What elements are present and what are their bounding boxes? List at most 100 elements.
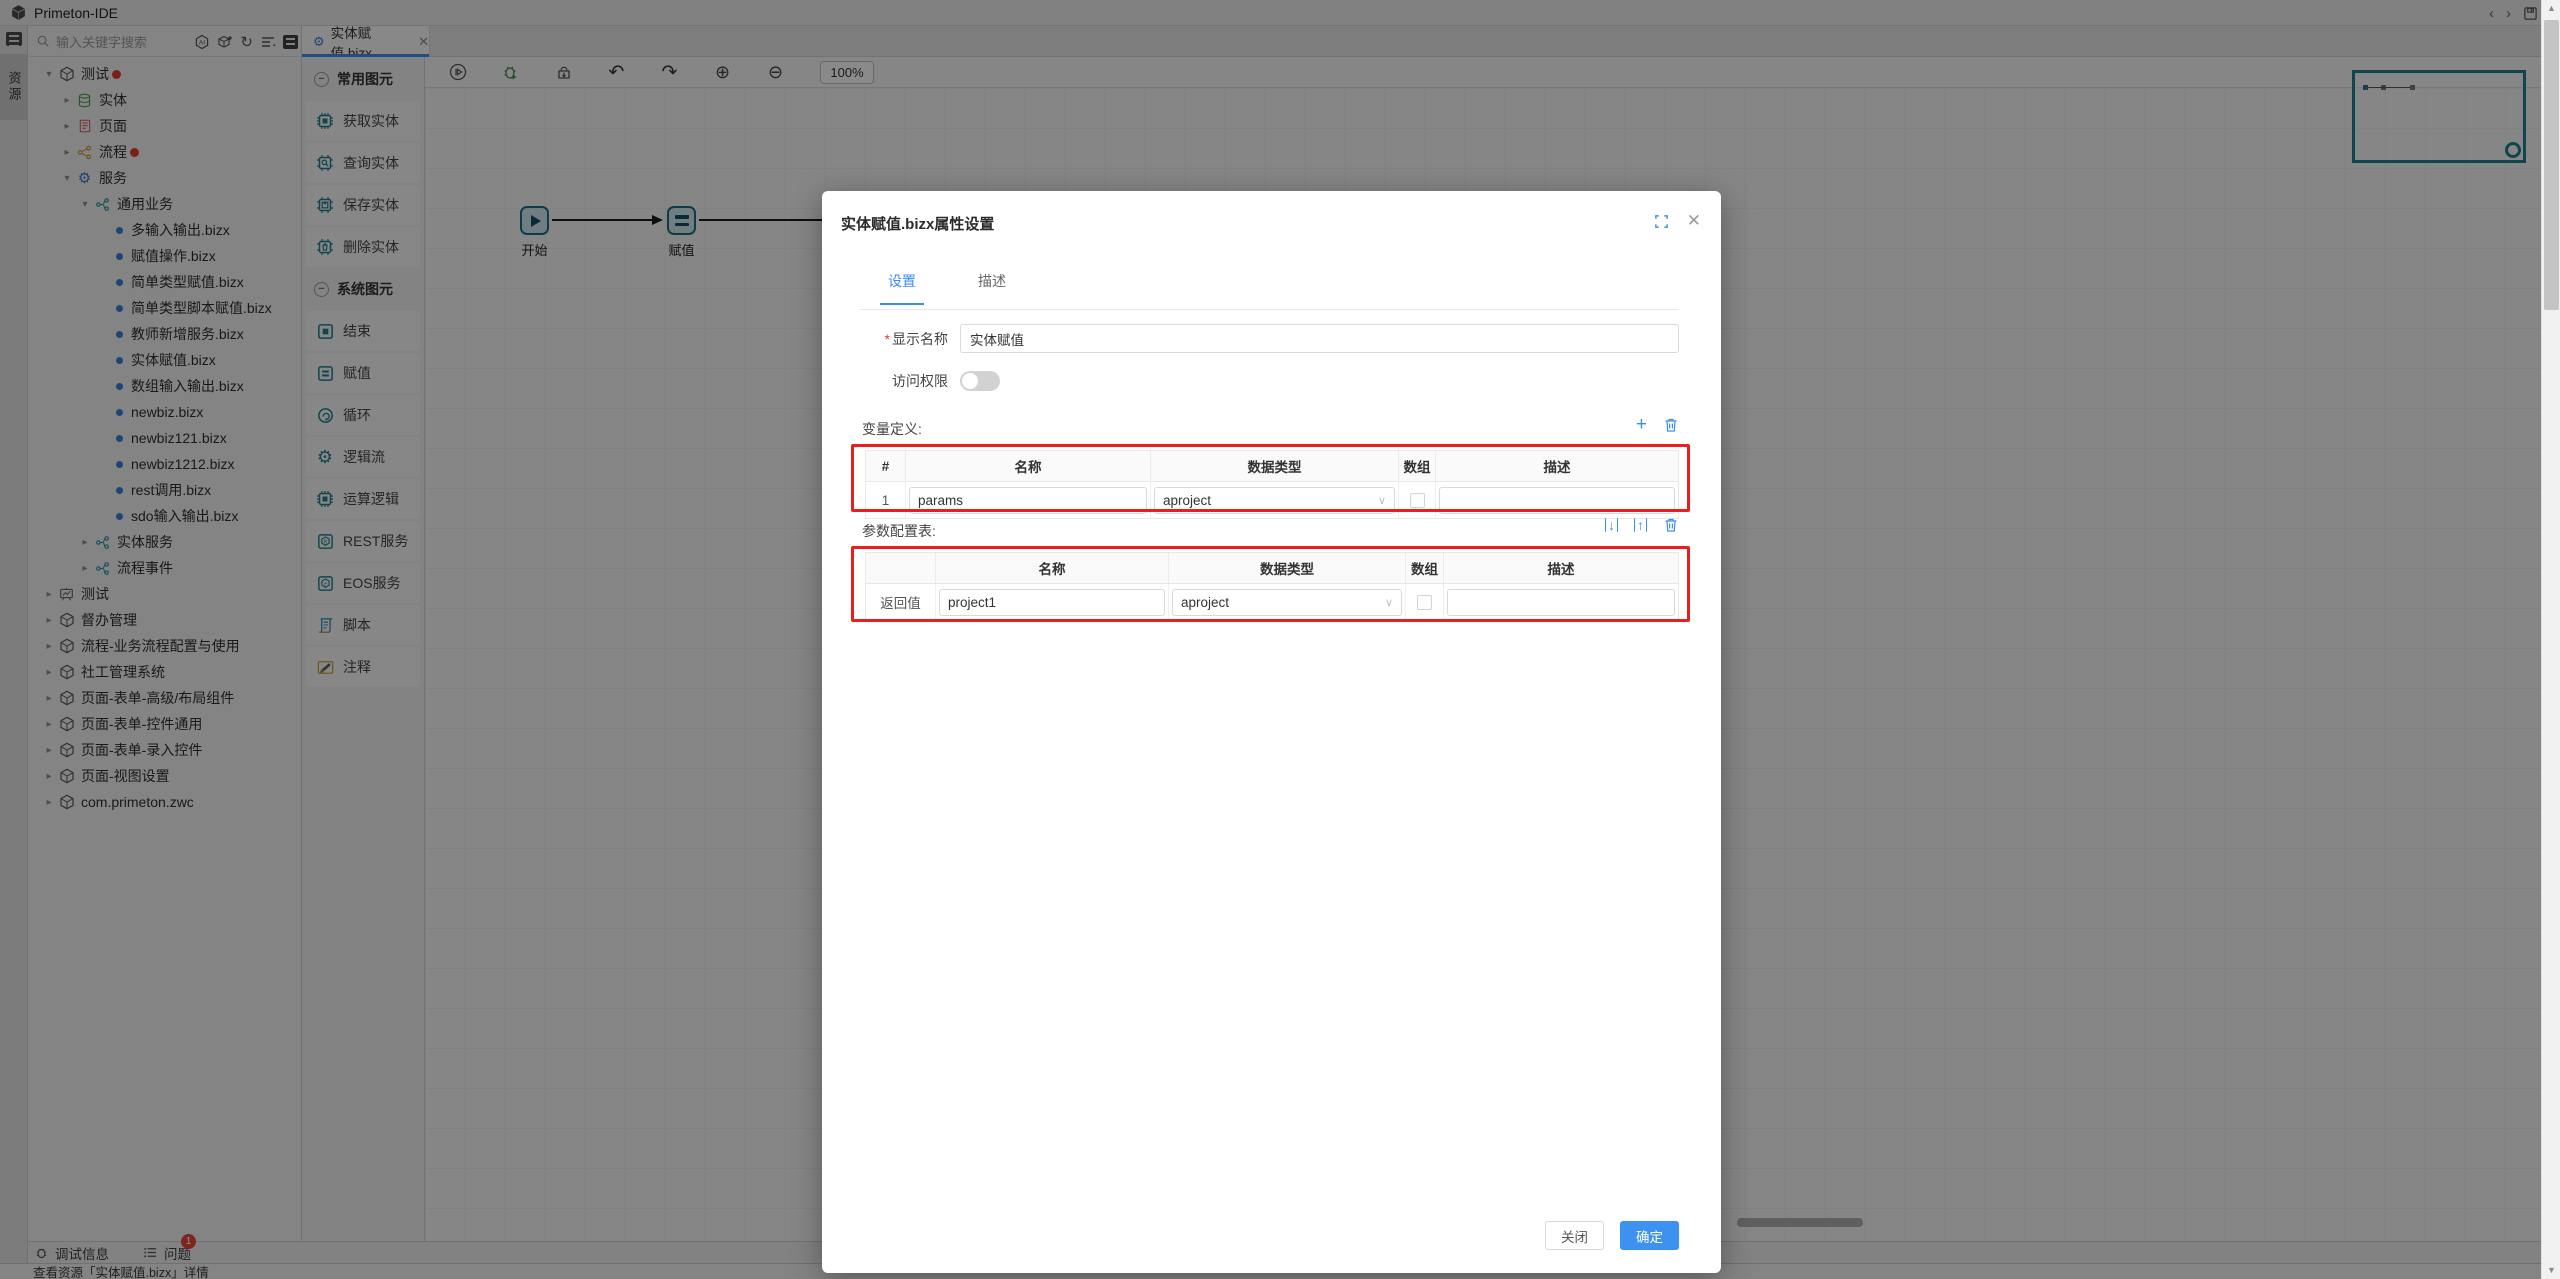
back-icon[interactable]: ‹: [2489, 6, 2494, 21]
tree-item[interactable]: ▸页面-表单-控件通用: [28, 711, 302, 737]
close-icon[interactable]: ✕: [1687, 211, 1701, 231]
palette-item[interactable]: 赋值: [306, 353, 420, 393]
expand-arrow-icon[interactable]: ▸: [42, 797, 56, 808]
tree-item[interactable]: 赋值操作.bizx: [28, 243, 302, 269]
datatype-select[interactable]: aproject∨: [1172, 589, 1402, 616]
tab-settings[interactable]: 设置: [888, 271, 916, 305]
expand-arrow-icon[interactable]: ▾: [78, 199, 92, 210]
tree-item[interactable]: ▸流程事件: [28, 555, 302, 581]
tree-item[interactable]: ▸流程-业务流程配置与使用: [28, 633, 302, 659]
tree-item[interactable]: 实体赋值.bizx: [28, 347, 302, 373]
expand-arrow-icon[interactable]: ▾: [60, 173, 74, 184]
tree-item[interactable]: 教师新增服务.bizx: [28, 321, 302, 347]
delete-icon[interactable]: [1663, 517, 1679, 533]
zoom-out-icon[interactable]: ⊖: [767, 63, 784, 81]
redo-icon[interactable]: ↷: [661, 63, 678, 82]
canvas-hscrollbar[interactable]: [1737, 1218, 1863, 1227]
access-toggle[interactable]: [960, 371, 1000, 391]
palette-item[interactable]: 保存实体: [306, 185, 420, 225]
tree-item[interactable]: 简单类型脚本赋值.bizx: [28, 295, 302, 321]
tab-close-icon[interactable]: ✕: [418, 34, 429, 50]
tree-item[interactable]: ▸com.primeton.zwc: [28, 789, 302, 815]
flow-node-start[interactable]: 开始: [520, 206, 549, 235]
undo-icon[interactable]: ↶: [608, 63, 625, 82]
datatype-select[interactable]: aproject∨: [1154, 487, 1395, 514]
palette-item[interactable]: 运算逻辑: [306, 479, 420, 519]
page-vscrollbar[interactable]: ▲ ▼: [2541, 0, 2560, 1279]
tree-item[interactable]: ▸页面: [28, 113, 302, 139]
tree-item[interactable]: sdo输入输出.bizx: [28, 503, 302, 529]
tree-item[interactable]: ▸实体服务: [28, 529, 302, 555]
palette-item[interactable]: 查询实体: [306, 143, 420, 183]
palette-item[interactable]: RREST服务: [306, 521, 420, 561]
ai-icon[interactable]: AI: [194, 34, 210, 50]
tree-item[interactable]: ▸页面-视图设置: [28, 763, 302, 789]
ok-button[interactable]: 确定: [1620, 1221, 1679, 1250]
expand-arrow-icon[interactable]: ▸: [60, 121, 74, 132]
fullscreen-icon[interactable]: [1654, 214, 1669, 229]
description-input[interactable]: [1447, 589, 1675, 616]
deploy-icon[interactable]: [555, 63, 572, 81]
tab-debug-info[interactable]: 调试信息: [34, 1243, 109, 1263]
new-module-icon[interactable]: [217, 34, 233, 50]
expand-arrow-icon[interactable]: ▸: [42, 745, 56, 756]
expand-arrow-icon[interactable]: ▸: [60, 147, 74, 158]
expand-arrow-icon[interactable]: ▸: [42, 719, 56, 730]
palette-item[interactable]: 结束: [306, 311, 420, 351]
description-input[interactable]: [1439, 487, 1675, 514]
tab-description[interactable]: 描述: [978, 271, 1006, 305]
tree-item[interactable]: 多输入输出.bizx: [28, 217, 302, 243]
expand-arrow-icon[interactable]: ▸: [42, 667, 56, 678]
collapse-section-icon[interactable]: −: [314, 282, 329, 297]
delete-icon[interactable]: [1663, 417, 1679, 433]
minimap[interactable]: [2352, 70, 2526, 163]
expand-arrow-icon[interactable]: ▸: [42, 641, 56, 652]
run-icon[interactable]: [449, 63, 466, 81]
array-checkbox[interactable]: [1410, 493, 1425, 508]
name-input[interactable]: [939, 589, 1165, 616]
expand-arrow-icon[interactable]: ▸: [78, 563, 92, 574]
close-button[interactable]: 关闭: [1545, 1221, 1604, 1250]
expand-arrow-icon[interactable]: ▸: [78, 537, 92, 548]
tree-item[interactable]: ▾测试: [28, 61, 302, 87]
expand-arrow-icon[interactable]: ▾: [42, 69, 56, 80]
tree-item[interactable]: ▸测试: [28, 581, 302, 607]
tree-item[interactable]: 简单类型赋值.bizx: [28, 269, 302, 295]
palette-item[interactable]: 删除实体: [306, 227, 420, 267]
tree-item[interactable]: ▸社工管理系统: [28, 659, 302, 685]
save-icon[interactable]: [2523, 6, 2538, 21]
palette-section-header[interactable]: −常用图元: [302, 59, 424, 99]
scroll-up-icon[interactable]: ▲: [2542, 0, 2560, 17]
panel-toggle-icon[interactable]: [6, 32, 22, 46]
name-input[interactable]: [909, 487, 1147, 514]
add-icon[interactable]: +: [1636, 415, 1647, 434]
zoom-level[interactable]: 100%: [820, 61, 874, 84]
tree-item[interactable]: newbiz1212.bizx: [28, 451, 302, 477]
debug-icon[interactable]: [502, 63, 519, 81]
expand-arrow-icon[interactable]: ▸: [42, 615, 56, 626]
tab-entity-assign[interactable]: ⚙ 实体赋值.bizx ✕: [302, 26, 430, 57]
palette-item[interactable]: eEOS服务: [306, 563, 420, 603]
palette-section-header[interactable]: −系统图元: [302, 269, 424, 309]
tree-item[interactable]: ▸页面-表单-高级/布局组件: [28, 685, 302, 711]
display-name-input[interactable]: [960, 324, 1679, 353]
move-up-icon[interactable]: ↑: [1634, 518, 1647, 532]
array-checkbox[interactable]: [1417, 595, 1432, 610]
expand-arrow-icon[interactable]: ▸: [42, 693, 56, 704]
palette-item[interactable]: ⚙逻辑流: [306, 437, 420, 477]
move-down-icon[interactable]: ↓: [1605, 518, 1618, 532]
expand-arrow-icon[interactable]: ▸: [60, 95, 74, 106]
collapse-list-icon[interactable]: [260, 34, 276, 50]
expand-arrow-icon[interactable]: ▸: [42, 771, 56, 782]
tree-item[interactable]: newbiz.bizx: [28, 399, 302, 425]
collapse-section-icon[interactable]: −: [314, 72, 329, 87]
tree-item[interactable]: ▾通用业务: [28, 191, 302, 217]
refresh-icon[interactable]: ↻: [240, 33, 253, 51]
tree-item[interactable]: rest调用.bizx: [28, 477, 302, 503]
tree-item[interactable]: 数组输入输出.bizx: [28, 373, 302, 399]
tree-item[interactable]: ▸流程: [28, 139, 302, 165]
scrollbar-thumb[interactable]: [2544, 20, 2559, 310]
tree-item[interactable]: ▸页面-表单-录入控件: [28, 737, 302, 763]
palette-item[interactable]: 脚本: [306, 605, 420, 645]
zoom-in-icon[interactable]: ⊕: [714, 63, 731, 81]
